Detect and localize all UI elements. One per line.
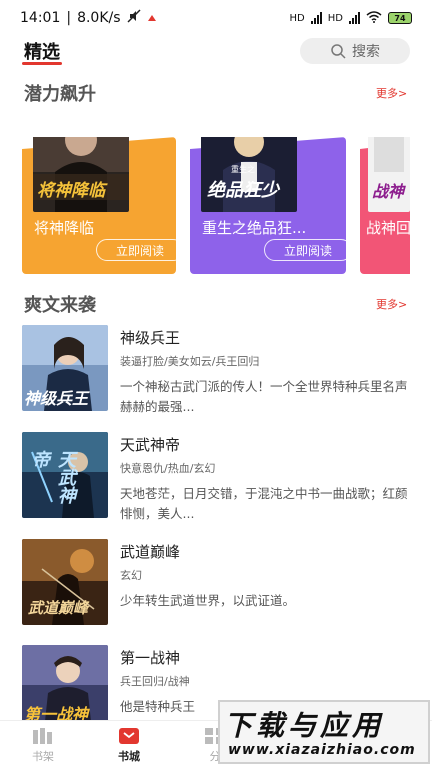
cover-title: 战神 [372, 182, 405, 201]
cover-title: 第一战神 [24, 705, 89, 720]
list-item[interactable]: 武道巅峰 武道巅峰 玄幻 少年转生武道世界，以武证道。 [22, 539, 410, 629]
more-link-hot[interactable]: 更多> [376, 296, 407, 312]
book-title: 武道巅峰 [120, 543, 181, 561]
mute-icon [127, 9, 141, 27]
book-title: 天武神帝 [120, 436, 181, 454]
cover-title: 绝品狂少 [207, 180, 279, 201]
book-cover: 将神降临 [33, 137, 129, 212]
cover-subtitle: 重生之 [231, 165, 255, 174]
cover-title: 武道巅峰 [28, 599, 89, 617]
main-content: 潜力飙升 更多> 将神降临 将神降临 立即阅读 重生之 绝品狂少 重生之绝品狂.… [0, 70, 432, 720]
bookstore-icon [119, 727, 139, 744]
book-cover: 天武神帝 [22, 432, 108, 518]
battery-icon: 74 [388, 12, 412, 24]
book-tags: 兵王回归/战神 [120, 675, 190, 688]
section-title-hot: 爽文来袭 [24, 295, 96, 316]
search-box[interactable]: 搜索 [300, 38, 410, 64]
notification-icon [147, 10, 157, 26]
read-now-button[interactable]: 立即阅读 [264, 239, 346, 261]
book-description: 少年转生武道世界，以武证道。 [120, 593, 296, 608]
tab-label: 书城 [118, 749, 140, 763]
status-time: 14:01 [20, 10, 61, 26]
tab-bookshelf[interactable]: 书架 [0, 721, 86, 768]
card-title: 将神降临 [34, 219, 95, 237]
featured-card[interactable]: 将神降临 将神降临 立即阅读 [22, 137, 176, 274]
watermark-title: 下载与应用 [224, 709, 385, 742]
site-watermark: 下载与应用 www.xiazaizhiao.com [218, 700, 430, 764]
tab-label: 书架 [32, 749, 54, 763]
book-tags: 快意恩仇/热血/玄幻 [120, 462, 216, 475]
read-now-button[interactable]: 立即阅读 [96, 239, 176, 261]
signal-hd-label-1: HD [289, 12, 305, 24]
book-cover: 第一战神 [22, 645, 108, 720]
search-icon [331, 44, 346, 59]
book-cover: 重生之 绝品狂少 [201, 137, 297, 212]
cover-title: 将神降临 [37, 181, 105, 201]
tab-underline [22, 62, 62, 65]
bookshelf-icon [33, 727, 52, 744]
tab-bookstore[interactable]: 书城 [86, 721, 172, 768]
card-title: 重生之绝品狂... [202, 219, 307, 237]
book-title: 神级兵王 [120, 329, 181, 347]
book-cover: 神级兵王 [22, 325, 108, 411]
network-speed: 8.0K/s [77, 10, 121, 26]
card-title: 战神回 [366, 219, 410, 237]
featured-card[interactable]: 战神 战神回 [360, 137, 410, 274]
signal-icon-2 [349, 12, 360, 24]
search-label: 搜索 [352, 44, 380, 60]
cover-title: 天武神帝 [29, 450, 76, 504]
wifi-icon [366, 10, 382, 26]
signal-hd-label-2: HD [327, 12, 343, 24]
top-header: 精选 搜索 [0, 36, 432, 70]
tab-selected[interactable]: 精选 [24, 38, 60, 64]
book-cover: 武道巅峰 [22, 539, 108, 625]
status-bar: 14:01 | 8.0K/s HD HD 74 [0, 0, 432, 36]
book-description: 天地苍茫，日月交错，于混沌之中书一曲战歌；红颜悱恻，美人... [120, 486, 408, 521]
book-title: 第一战神 [120, 649, 181, 667]
section-title-potential: 潜力飙升 [24, 84, 96, 105]
book-description: 一个神秘古武门派的传人！一个全世界特种兵里名声赫赫的最强... [120, 379, 408, 414]
book-cover: 战神 [368, 137, 410, 212]
book-tags: 玄幻 [120, 569, 142, 582]
signal-icon-1 [310, 12, 322, 24]
watermark-url: www.xiazaizhiao.com [228, 742, 416, 758]
cover-title: 神级兵王 [24, 389, 89, 408]
more-link-potential[interactable]: 更多> [376, 85, 407, 101]
book-tags: 装逼打脸/美女如云/兵王回归 [120, 355, 260, 368]
list-item[interactable]: 神级兵王 神级兵王 装逼打脸/美女如云/兵王回归 一个神秘古武门派的传人！一个全… [22, 325, 410, 415]
featured-card[interactable]: 重生之 绝品狂少 重生之绝品狂... 立即阅读 [190, 137, 346, 274]
list-item[interactable]: 天武神帝 天武神帝 快意恩仇/热血/玄幻 天地苍茫，日月交错，于混沌之中书一曲战… [22, 432, 410, 522]
